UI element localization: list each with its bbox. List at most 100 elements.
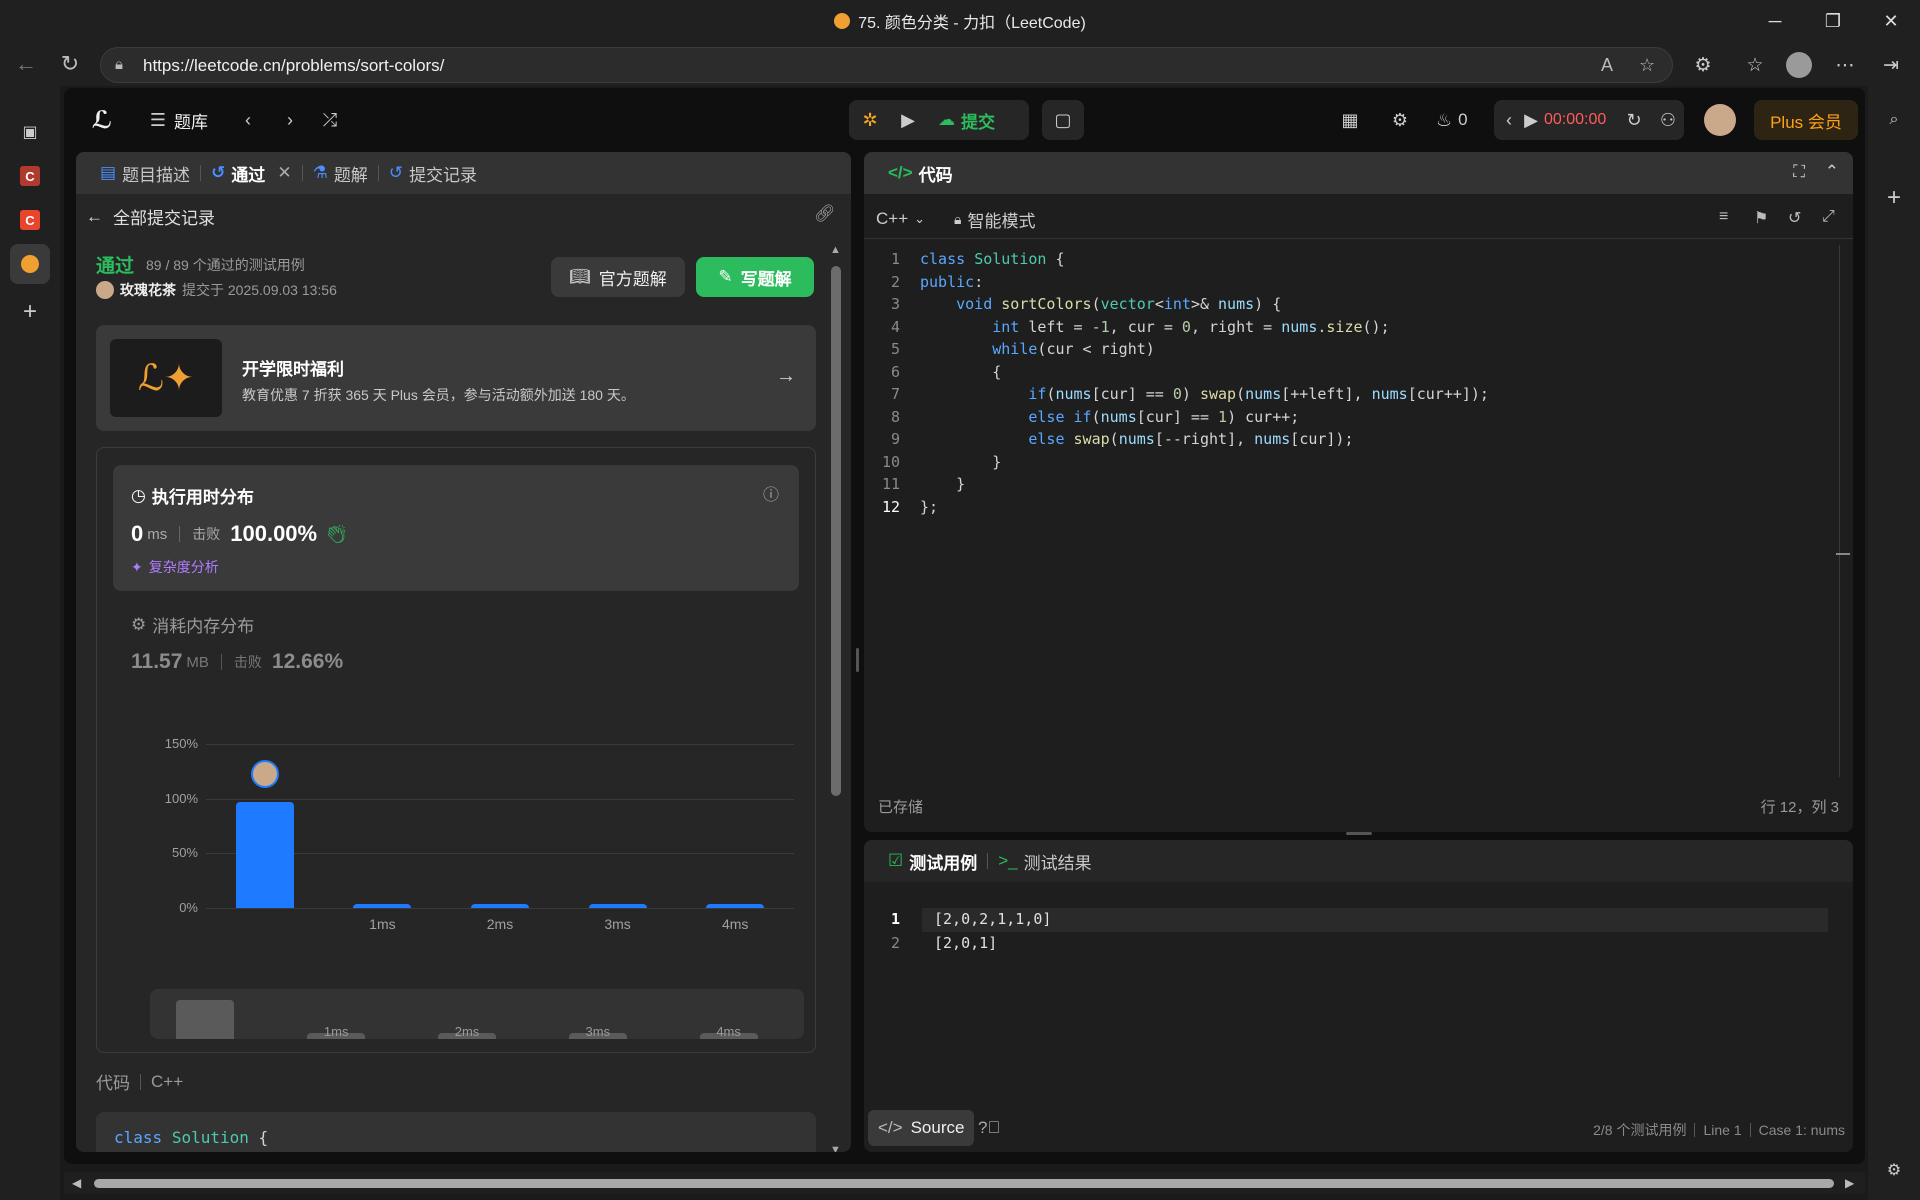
settings-icon[interactable]: ⚙ [1874, 1150, 1914, 1190]
expand-icon[interactable]: ⤢ [1822, 208, 1835, 226]
plus-membership-button[interactable]: Plus 会员 [1754, 100, 1858, 140]
tab-code-label: 代码 [918, 165, 953, 185]
fullscreen-icon[interactable]: ⛶ [1793, 162, 1805, 182]
complexity-analysis-link[interactable]: ✦ 复杂度分析 [131, 557, 219, 577]
add-icon[interactable]: + [1874, 178, 1914, 218]
sidebar-toggle-icon[interactable]: ⇥ [1876, 50, 1906, 80]
tab-c-red[interactable]: C [10, 156, 50, 196]
chart-bar[interactable] [471, 903, 529, 908]
username[interactable]: 玫瑰花茶 [120, 280, 176, 300]
official-solution-button[interactable]: 📖︎ 官方题解 [551, 257, 685, 297]
favorites-icon[interactable]: ☆ [1740, 50, 1770, 80]
tab-testcase-label: 测试用例 [909, 853, 978, 873]
more-icon[interactable]: ⋯ [1830, 50, 1860, 80]
favorite-star-icon[interactable]: ☆ [1639, 55, 1655, 76]
tab-solutions-label: 题解 [333, 165, 368, 185]
timer-play-icon[interactable]: ▶ [1520, 104, 1542, 136]
chart-user-avatar [250, 759, 279, 788]
streak-counter[interactable]: ♨ 0 [1436, 106, 1468, 134]
collapse-icon[interactable]: ⌃ [1825, 162, 1839, 182]
info-icon[interactable]: ⓘ [763, 481, 779, 505]
tab-description[interactable]: ▤ 题目描述 [90, 161, 200, 186]
shuffle-icon[interactable]: ⤮ [318, 106, 342, 134]
tab-testcase[interactable]: ☑ 测试用例 [878, 849, 987, 874]
back-icon[interactable]: ← [10, 48, 42, 80]
case-info: Case 1: nums [1758, 1122, 1845, 1138]
line-number: 6 [890, 362, 900, 381]
chart-bar[interactable] [588, 903, 647, 908]
memory-distribution[interactable]: ⚙ 消耗内存分布 11.57 MB 击败 12.66% [131, 612, 791, 702]
chart-range-slider[interactable]: 1ms 2ms 3ms 4ms [150, 989, 804, 1039]
arrow-right-icon: → [776, 365, 796, 387]
code-editor-panel: </> 代码 ⛶ ⌃ C++ ⌄ 🔒︎ 智能模式 ≡ ⚑ ↺ ⤢ 1 class Sol… [864, 152, 1853, 832]
url-text[interactable]: https://leetcode.cn/problems/sort-colors… [143, 56, 444, 76]
tab-accepted[interactable]: ↺ 通过 ✕ [201, 161, 302, 186]
chart-x-tick-label: 3ms [604, 916, 631, 932]
leetcode-logo[interactable]: ℒ [86, 104, 118, 136]
chart-y-tick-label: 0% [179, 900, 198, 915]
avatar[interactable] [1704, 104, 1736, 136]
bookmark-icon[interactable]: ⚑ [1754, 208, 1768, 228]
scroll-down-icon[interactable]: ▼ [830, 1144, 841, 1152]
run-icon[interactable]: ▶ [892, 104, 924, 136]
reset-code-icon[interactable]: ↺ [1788, 208, 1801, 228]
language-select[interactable]: C++ ⌄ [876, 204, 925, 234]
scroll-up-icon[interactable]: ▲ [830, 244, 841, 256]
vertical-splitter[interactable] [856, 648, 859, 672]
scroll-left-icon[interactable]: ◀ [72, 1176, 81, 1190]
source-button[interactable]: </> Source [868, 1110, 975, 1146]
left-panel-scrollbar[interactable] [831, 266, 841, 796]
scroll-right-icon[interactable]: ▶ [1845, 1176, 1854, 1190]
code-editor[interactable]: 1 class Solution {2 public: 3 void sortColo… [864, 248, 1824, 768]
next-problem-icon[interactable]: › [278, 106, 302, 134]
tab-actions-icon[interactable]: ▣ [10, 112, 50, 152]
restore-icon[interactable]: ❐ [1804, 0, 1862, 42]
promo-banner[interactable]: ℒ✦ 开学限时福利 教育优惠 7 折获 365 天 Plus 会员，参与活动额外… [96, 325, 816, 431]
format-icon[interactable]: ≡ [1719, 208, 1728, 226]
link-icon[interactable]: 🔗︎ [814, 204, 836, 224]
add-friend-icon[interactable]: ⚇ [1654, 104, 1682, 136]
sparkle-icon: ✦ [131, 558, 143, 575]
runtime-chart[interactable]: 150% 100% 50% 0% 1ms 2ms 3ms 4ms [96, 722, 816, 962]
chart-bar[interactable] [706, 903, 765, 908]
chart-bar[interactable] [353, 903, 412, 908]
runtime-distribution[interactable]: ◷ 执行用时分布 ⓘ 0 ms 击败 100.00% 👏︎ ✦ 复杂度分析 [113, 465, 799, 591]
horizontal-scroll-thumb[interactable] [94, 1179, 1834, 1188]
debug-icon[interactable]: ✲ [854, 104, 886, 136]
horizontal-splitter[interactable] [1346, 832, 1372, 835]
tab-solutions[interactable]: ⚗ 题解 [303, 161, 378, 186]
profile-icon[interactable] [1784, 50, 1814, 80]
smart-mode-toggle[interactable]: 🔒︎ 智能模式 [954, 204, 1035, 234]
prev-problem-icon[interactable]: ‹ [236, 106, 260, 134]
collapse-timer-icon[interactable]: ‹ [1498, 104, 1520, 136]
new-tab-icon[interactable]: + [10, 292, 50, 332]
all-submissions-link[interactable]: ← 全部提交记录 [86, 204, 215, 229]
problem-list-link[interactable]: 题库 [174, 106, 208, 134]
extensions-icon[interactable]: ⚙ [1688, 50, 1718, 80]
read-aloud-icon[interactable]: A [1601, 55, 1613, 76]
flask-icon: ⚗ [312, 163, 328, 182]
tab-test-result[interactable]: >_ 测试结果 [988, 849, 1101, 874]
help-icon[interactable]: ?⃝ [978, 1118, 1000, 1138]
layout-icon[interactable]: ▦ [1336, 106, 1364, 134]
tab-leetcode-active[interactable] [10, 244, 50, 284]
refresh-icon[interactable]: ↻ [54, 48, 86, 80]
write-solution-button[interactable]: ✎ 写题解 [696, 257, 814, 297]
tab-code[interactable]: </> 代码 [878, 161, 963, 186]
address-bar[interactable]: 🔒︎ https://leetcode.cn/problems/sort-col… [100, 47, 1673, 83]
close-tab-icon[interactable]: ✕ [277, 163, 291, 183]
tab-submissions[interactable]: ↺ 提交记录 [379, 161, 487, 186]
gear-icon[interactable]: ⚙ [1386, 106, 1414, 134]
page-horizontal-scrollbar[interactable]: ◀ ▶ [64, 1172, 1865, 1194]
minimize-icon[interactable]: ─ [1746, 0, 1804, 42]
tab-accepted-label: 通过 [231, 165, 266, 185]
chart-bar[interactable] [235, 801, 294, 908]
avatar[interactable] [96, 281, 114, 299]
tab-c-orange[interactable]: C [10, 200, 50, 240]
list-icon[interactable]: ☰ [146, 106, 170, 134]
submit-button[interactable]: ☁ 提交 [932, 104, 1001, 136]
reset-timer-icon[interactable]: ↻ [1620, 104, 1648, 136]
lock-icon: 🔒︎ [954, 210, 962, 227]
search-icon[interactable]: ⌕ [1874, 100, 1914, 140]
close-icon[interactable]: ✕ [1862, 0, 1920, 42]
